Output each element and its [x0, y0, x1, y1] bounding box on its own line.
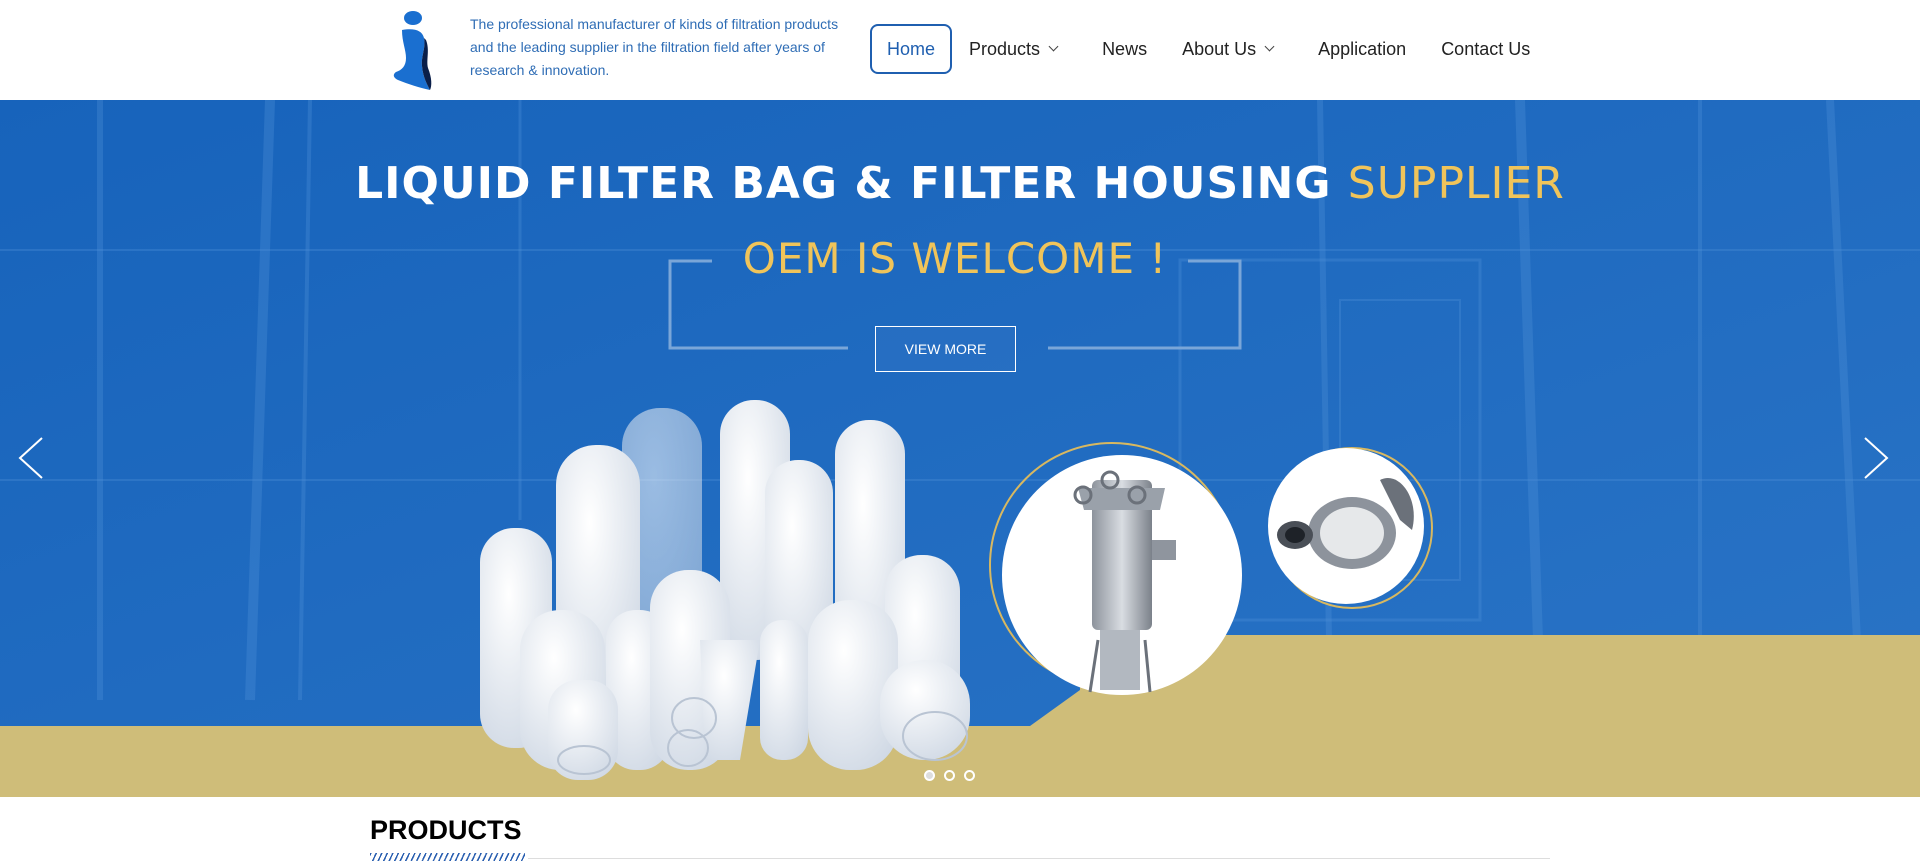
nav-products-label: Products: [969, 38, 1041, 59]
main-nav: Home Products News About Us Application …: [870, 24, 1565, 74]
nav-about-us-label: About Us: [1182, 38, 1257, 59]
nav-home[interactable]: Home: [870, 24, 953, 74]
company-tagline: The professional manufacturer of kinds o…: [470, 16, 839, 78]
slider-pagination: [924, 770, 975, 781]
view-more-button[interactable]: VIEW MORE: [875, 326, 1016, 372]
hero-title-main: LIQUID FILTER BAG & FILTER HOUSING: [355, 158, 1348, 209]
nav-application[interactable]: Application: [1318, 24, 1406, 74]
hero-title-accent: SUPPLIER: [1347, 158, 1565, 209]
nav-about-us[interactable]: About Us: [1182, 24, 1275, 74]
chevron-down-icon: [1048, 41, 1059, 52]
products-heading-underline: [370, 853, 525, 861]
chevron-down-icon: [1264, 41, 1275, 52]
slider-prev-arrow-icon[interactable]: [12, 428, 52, 488]
nav-news-label: News: [1102, 38, 1148, 59]
site-header: The professional manufacturer of kinds o…: [0, 0, 1920, 100]
nav-application-label: Application: [1318, 38, 1407, 59]
products-heading: PRODUCTS: [370, 815, 522, 845]
hero-title: LIQUID FILTER BAG & FILTER HOUSING SUPPL…: [0, 158, 1920, 209]
nav-home-label: Home: [887, 38, 936, 59]
slider-dot-2[interactable]: [944, 770, 955, 781]
hero-subtitle: OEM IS WELCOME !: [742, 234, 1168, 283]
slider-next-arrow-icon[interactable]: [1855, 428, 1895, 488]
nav-products[interactable]: Products: [969, 24, 1059, 74]
hero-banner: LIQUID FILTER BAG & FILTER HOUSING SUPPL…: [0, 100, 1920, 797]
nav-contact-us-label: Contact Us: [1441, 38, 1531, 59]
slider-dot-3[interactable]: [964, 770, 975, 781]
slider-dot-1[interactable]: [924, 770, 935, 781]
nav-contact-us[interactable]: Contact Us: [1441, 24, 1530, 74]
section-divider: [528, 858, 1550, 859]
company-logo[interactable]: [388, 8, 434, 92]
nav-news[interactable]: News: [1102, 24, 1147, 74]
